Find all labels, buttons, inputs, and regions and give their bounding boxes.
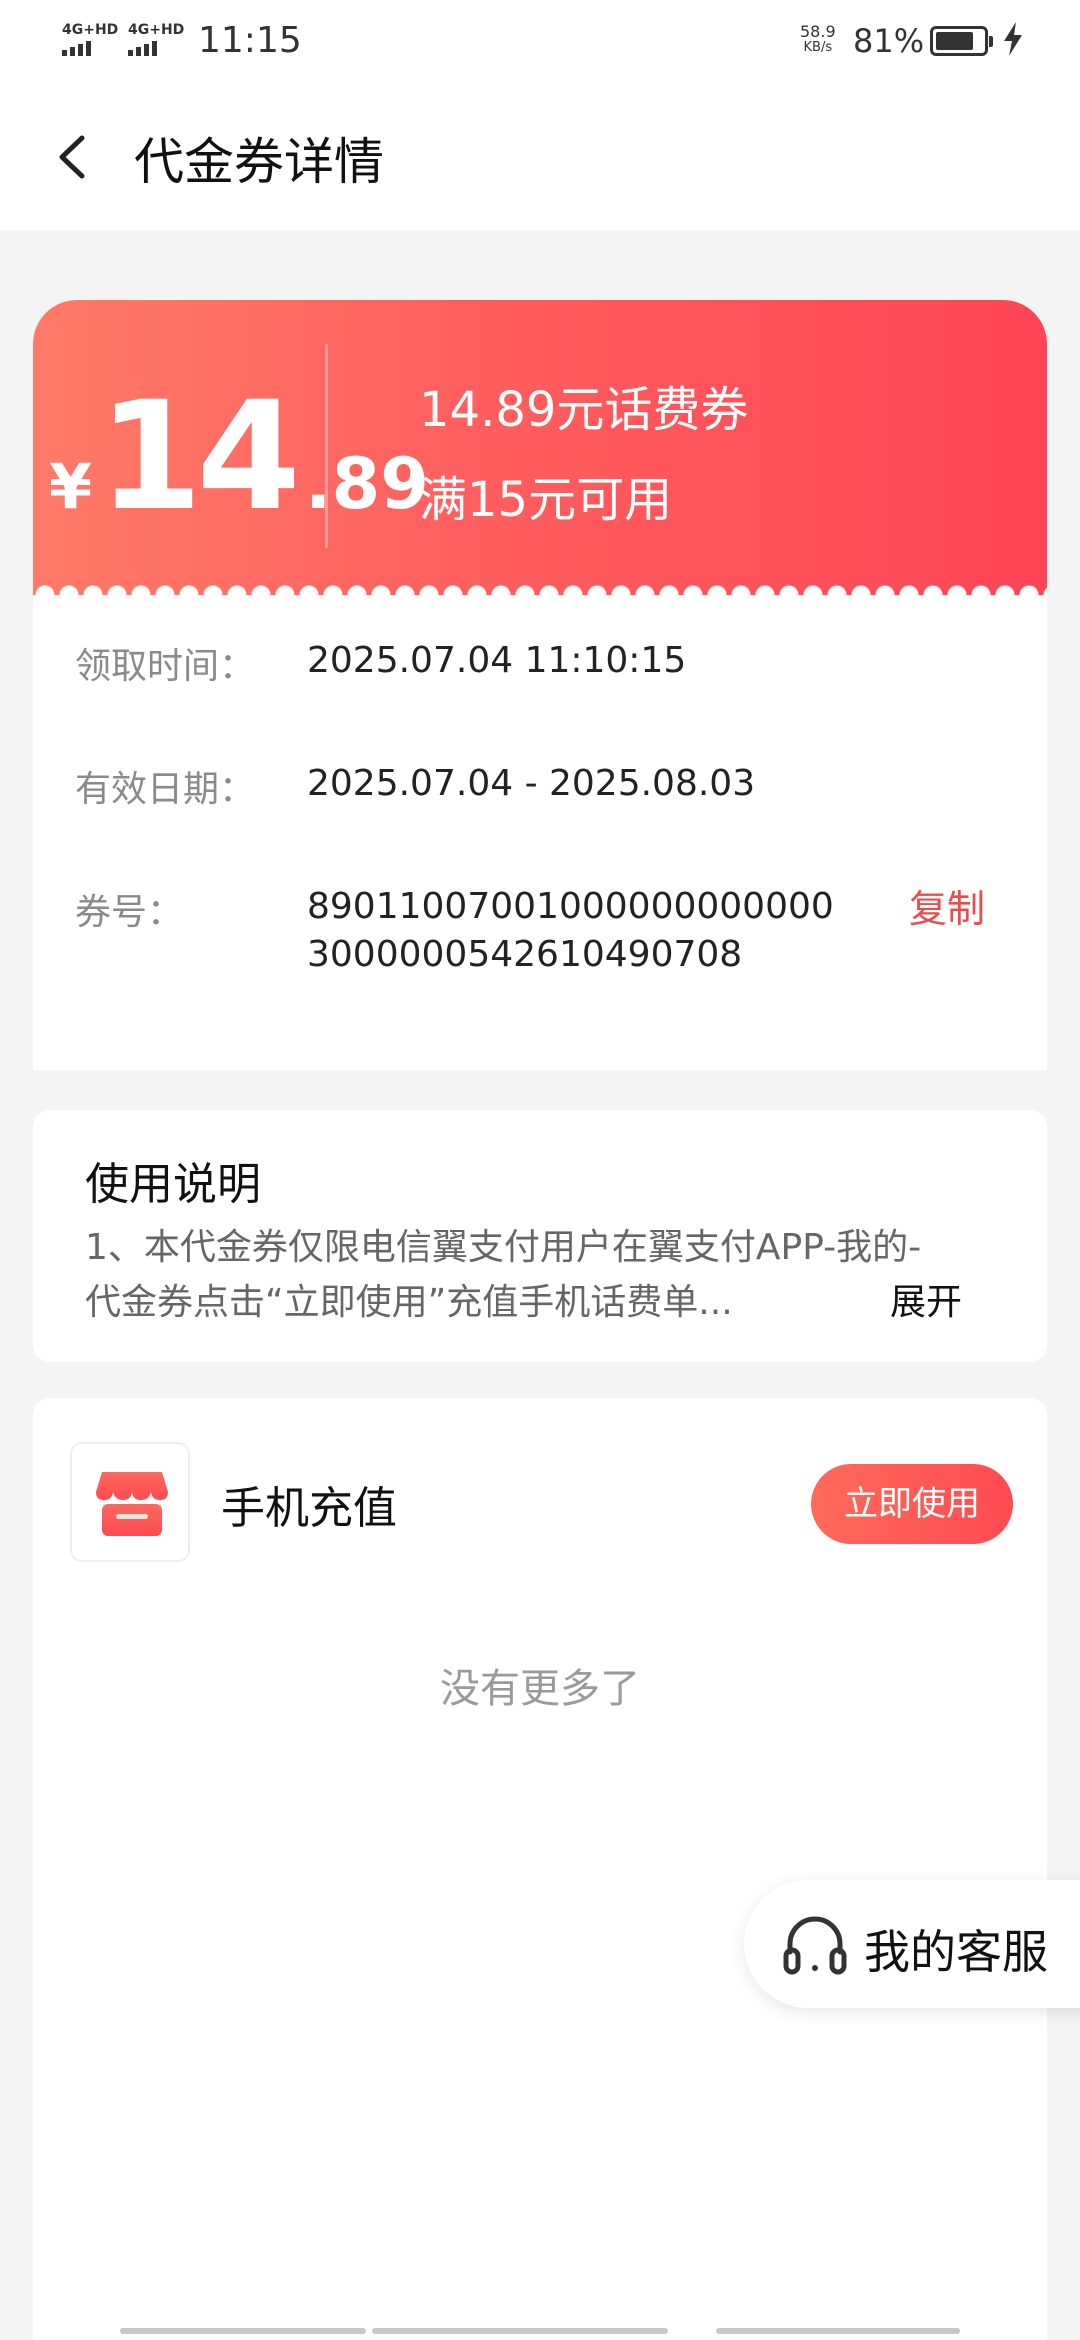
app-header: 代金券详情	[0, 84, 1080, 230]
home-indicator-segment	[372, 2328, 668, 2334]
back-arrow-icon	[59, 135, 85, 179]
amount-decimal: .89	[304, 443, 429, 525]
coupon-card: ¥ 14 .89 14.89元话费券 满15元可用 领取时间： 2025.07.…	[33, 300, 1047, 1070]
amount-integer: 14	[98, 370, 301, 544]
coupon-condition: 满15元可用	[419, 472, 673, 528]
claim-time-value: 2025.07.04 11:10:15	[307, 640, 687, 681]
home-indicator-segment	[120, 2328, 366, 2334]
usage-text: 1、本代金券仅限电信翼支付用户在翼支付APP-我的-代金券点击“立即使用”充值手…	[85, 1227, 922, 1323]
charging-bolt-icon	[1002, 22, 1024, 65]
product-card: 手机充值 立即使用 没有更多了	[33, 1398, 1047, 2340]
headset-icon	[783, 1916, 847, 1975]
validity-value: 2025.07.04 - 2025.08.03	[307, 763, 756, 804]
page-title: 代金券详情	[134, 133, 384, 191]
status-time: 11:15	[198, 20, 302, 61]
sim1-label: 4G+HD	[62, 22, 119, 38]
coupon-number-value: 8901100700100000000000030000005426104907…	[307, 886, 834, 975]
coupon-number-label: 券号：	[75, 892, 184, 933]
home-indicator-segment	[716, 2328, 960, 2334]
net-speed-value: 58.9	[800, 22, 836, 41]
back-button[interactable]	[40, 122, 110, 192]
battery-percent: 81%	[853, 22, 925, 60]
product-icon-box	[70, 1442, 190, 1562]
net-speed-unit: KB/s	[803, 40, 833, 55]
coupon-name: 14.89元话费券	[419, 382, 749, 438]
net-speed: 58.9 KB/s	[800, 24, 836, 56]
battery-icon	[930, 26, 993, 56]
no-more-text: 没有更多了	[440, 1666, 640, 1712]
customer-service-button[interactable]: 我的客服	[744, 1880, 1080, 2008]
claim-time-label: 领取时间：	[75, 646, 256, 687]
signal-sim2-icon: 4G+HD	[128, 22, 184, 56]
use-now-button[interactable]: 立即使用	[811, 1464, 1013, 1544]
shop-icon	[96, 1472, 168, 1536]
product-name: 手机充值	[221, 1483, 397, 1534]
signal-sim1-icon: 4G+HD	[62, 22, 118, 56]
copy-button[interactable]: 复制	[909, 878, 985, 933]
customer-service-label: 我的客服	[864, 1925, 1048, 1979]
usage-instructions-card: 使用说明 1、本代金券仅限电信翼支付用户在翼支付APP-我的-代金券点击“立即使…	[33, 1110, 1047, 1362]
coupon-divider	[325, 344, 328, 548]
scallop-edge	[33, 583, 1047, 607]
usage-title: 使用说明	[85, 1159, 261, 1210]
sim2-label: 4G+HD	[128, 22, 185, 38]
currency-symbol: ¥	[49, 450, 93, 523]
expand-button[interactable]: 展开	[890, 1275, 962, 1330]
status-bar: 4G+HD 4G+HD 11:15 58.9 KB/s 81%	[0, 0, 1080, 84]
coupon-header: ¥ 14 .89 14.89元话费券 满15元可用	[33, 300, 1047, 595]
validity-label: 有效日期：	[75, 769, 256, 810]
coupon-amount: ¥ 14 .89	[49, 370, 429, 544]
